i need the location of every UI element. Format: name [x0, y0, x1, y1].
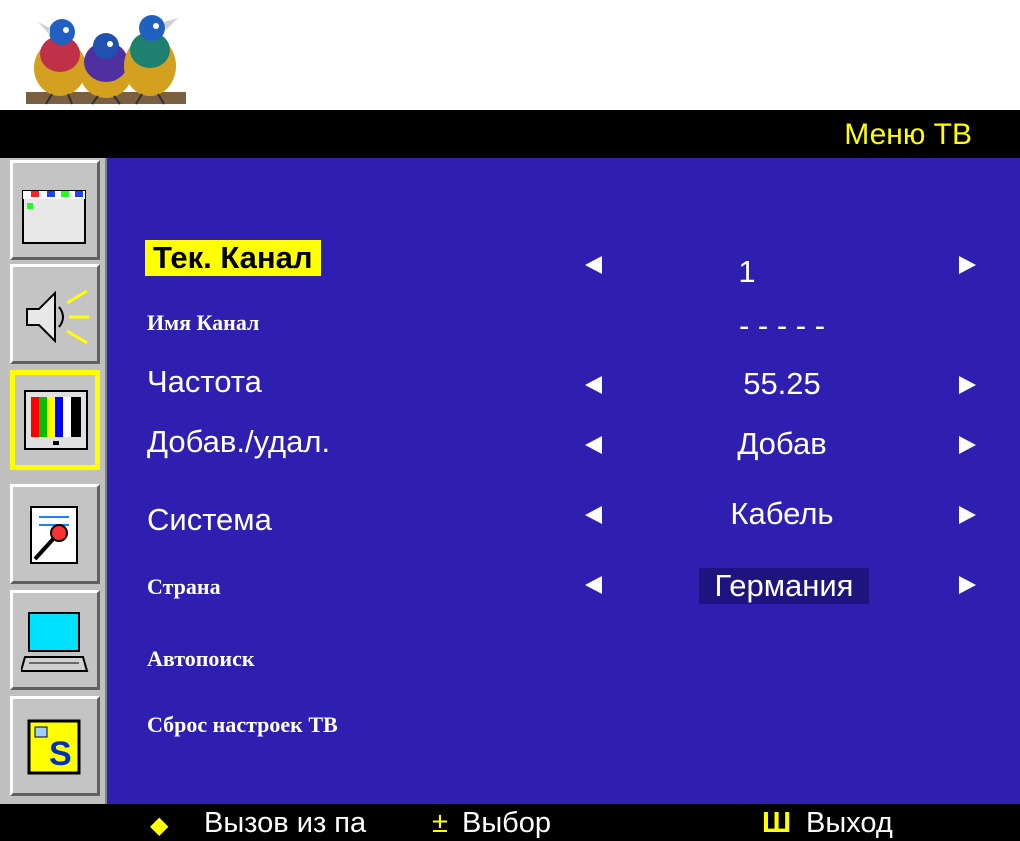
row-frequency[interactable]: Частота 55.25	[107, 362, 1020, 412]
nav-hint-label: Вызов из па	[204, 807, 367, 839]
row-current-channel[interactable]: Тек. Канал 1	[107, 232, 1020, 289]
system-label: Система	[147, 502, 272, 537]
channel-name-value: - - - - -	[738, 308, 826, 343]
add-remove-label: Добав./удал.	[147, 424, 331, 459]
frequency-label: Частота	[147, 364, 262, 399]
tab-setup[interactable]	[10, 484, 100, 584]
tv-menu-panel: Тек. Канал 1 Имя Канал - - - - - Частота…	[107, 158, 1020, 804]
arrow-left-icon[interactable]	[585, 576, 602, 594]
exit-hint-label: Выход	[806, 807, 893, 839]
arrow-right-icon[interactable]	[959, 436, 976, 454]
arrow-right-icon[interactable]	[959, 506, 976, 524]
current-channel-label: Тек. Канал	[145, 240, 321, 276]
channel-name-label: Имя Канал	[147, 310, 260, 335]
footer-hints: ◆ Вызов из па ± Выбор Ш Выход	[0, 804, 1020, 841]
system-value: Кабель	[730, 496, 834, 531]
sidebar: S	[0, 158, 107, 804]
arrow-left-icon[interactable]	[585, 506, 602, 524]
tab-tv[interactable]	[10, 370, 100, 470]
select-hint-label: Выбор	[462, 807, 552, 839]
row-add-remove[interactable]: Добав./удал. Добав	[107, 422, 1020, 472]
country-value: Германия	[699, 568, 869, 604]
tab-audio[interactable]	[10, 264, 100, 364]
country-label: Страна	[147, 574, 221, 599]
tab-picture[interactable]	[10, 160, 100, 260]
row-channel-name[interactable]: Имя Канал - - - - -	[107, 302, 1020, 352]
birds-logo-icon	[22, 8, 190, 110]
add-remove-value: Добав	[737, 426, 827, 461]
current-channel-value: 1	[738, 254, 756, 289]
reset-label: Сброс настроек ТВ	[147, 712, 338, 737]
arrow-right-icon[interactable]	[959, 376, 976, 394]
auto-search-label: Автопоиск	[147, 646, 255, 671]
select-plusminus-icon: ±	[432, 807, 448, 839]
arrow-left-icon[interactable]	[585, 376, 602, 394]
menu-title: Меню ТВ	[844, 118, 972, 151]
arrow-right-icon[interactable]	[959, 576, 976, 594]
row-reset[interactable]: Сброс настроек ТВ	[107, 704, 1020, 754]
frequency-value: 55.25	[743, 366, 821, 401]
nav-diamond-icon: ◆	[150, 812, 169, 839]
exit-menu-icon: Ш	[762, 807, 792, 839]
title-bar: Меню ТВ	[0, 110, 1020, 158]
arrow-left-icon[interactable]	[585, 436, 602, 454]
row-country[interactable]: Страна Германия	[107, 566, 1020, 616]
row-auto-search[interactable]: Автопоиск	[107, 638, 1020, 688]
svg-text:S: S	[49, 735, 72, 773]
tab-ez[interactable]: S	[10, 696, 100, 796]
arrow-left-icon[interactable]	[585, 256, 602, 274]
tab-pc[interactable]	[10, 590, 100, 690]
arrow-right-icon[interactable]	[959, 256, 976, 274]
row-system[interactable]: Система Кабель	[107, 496, 1020, 546]
